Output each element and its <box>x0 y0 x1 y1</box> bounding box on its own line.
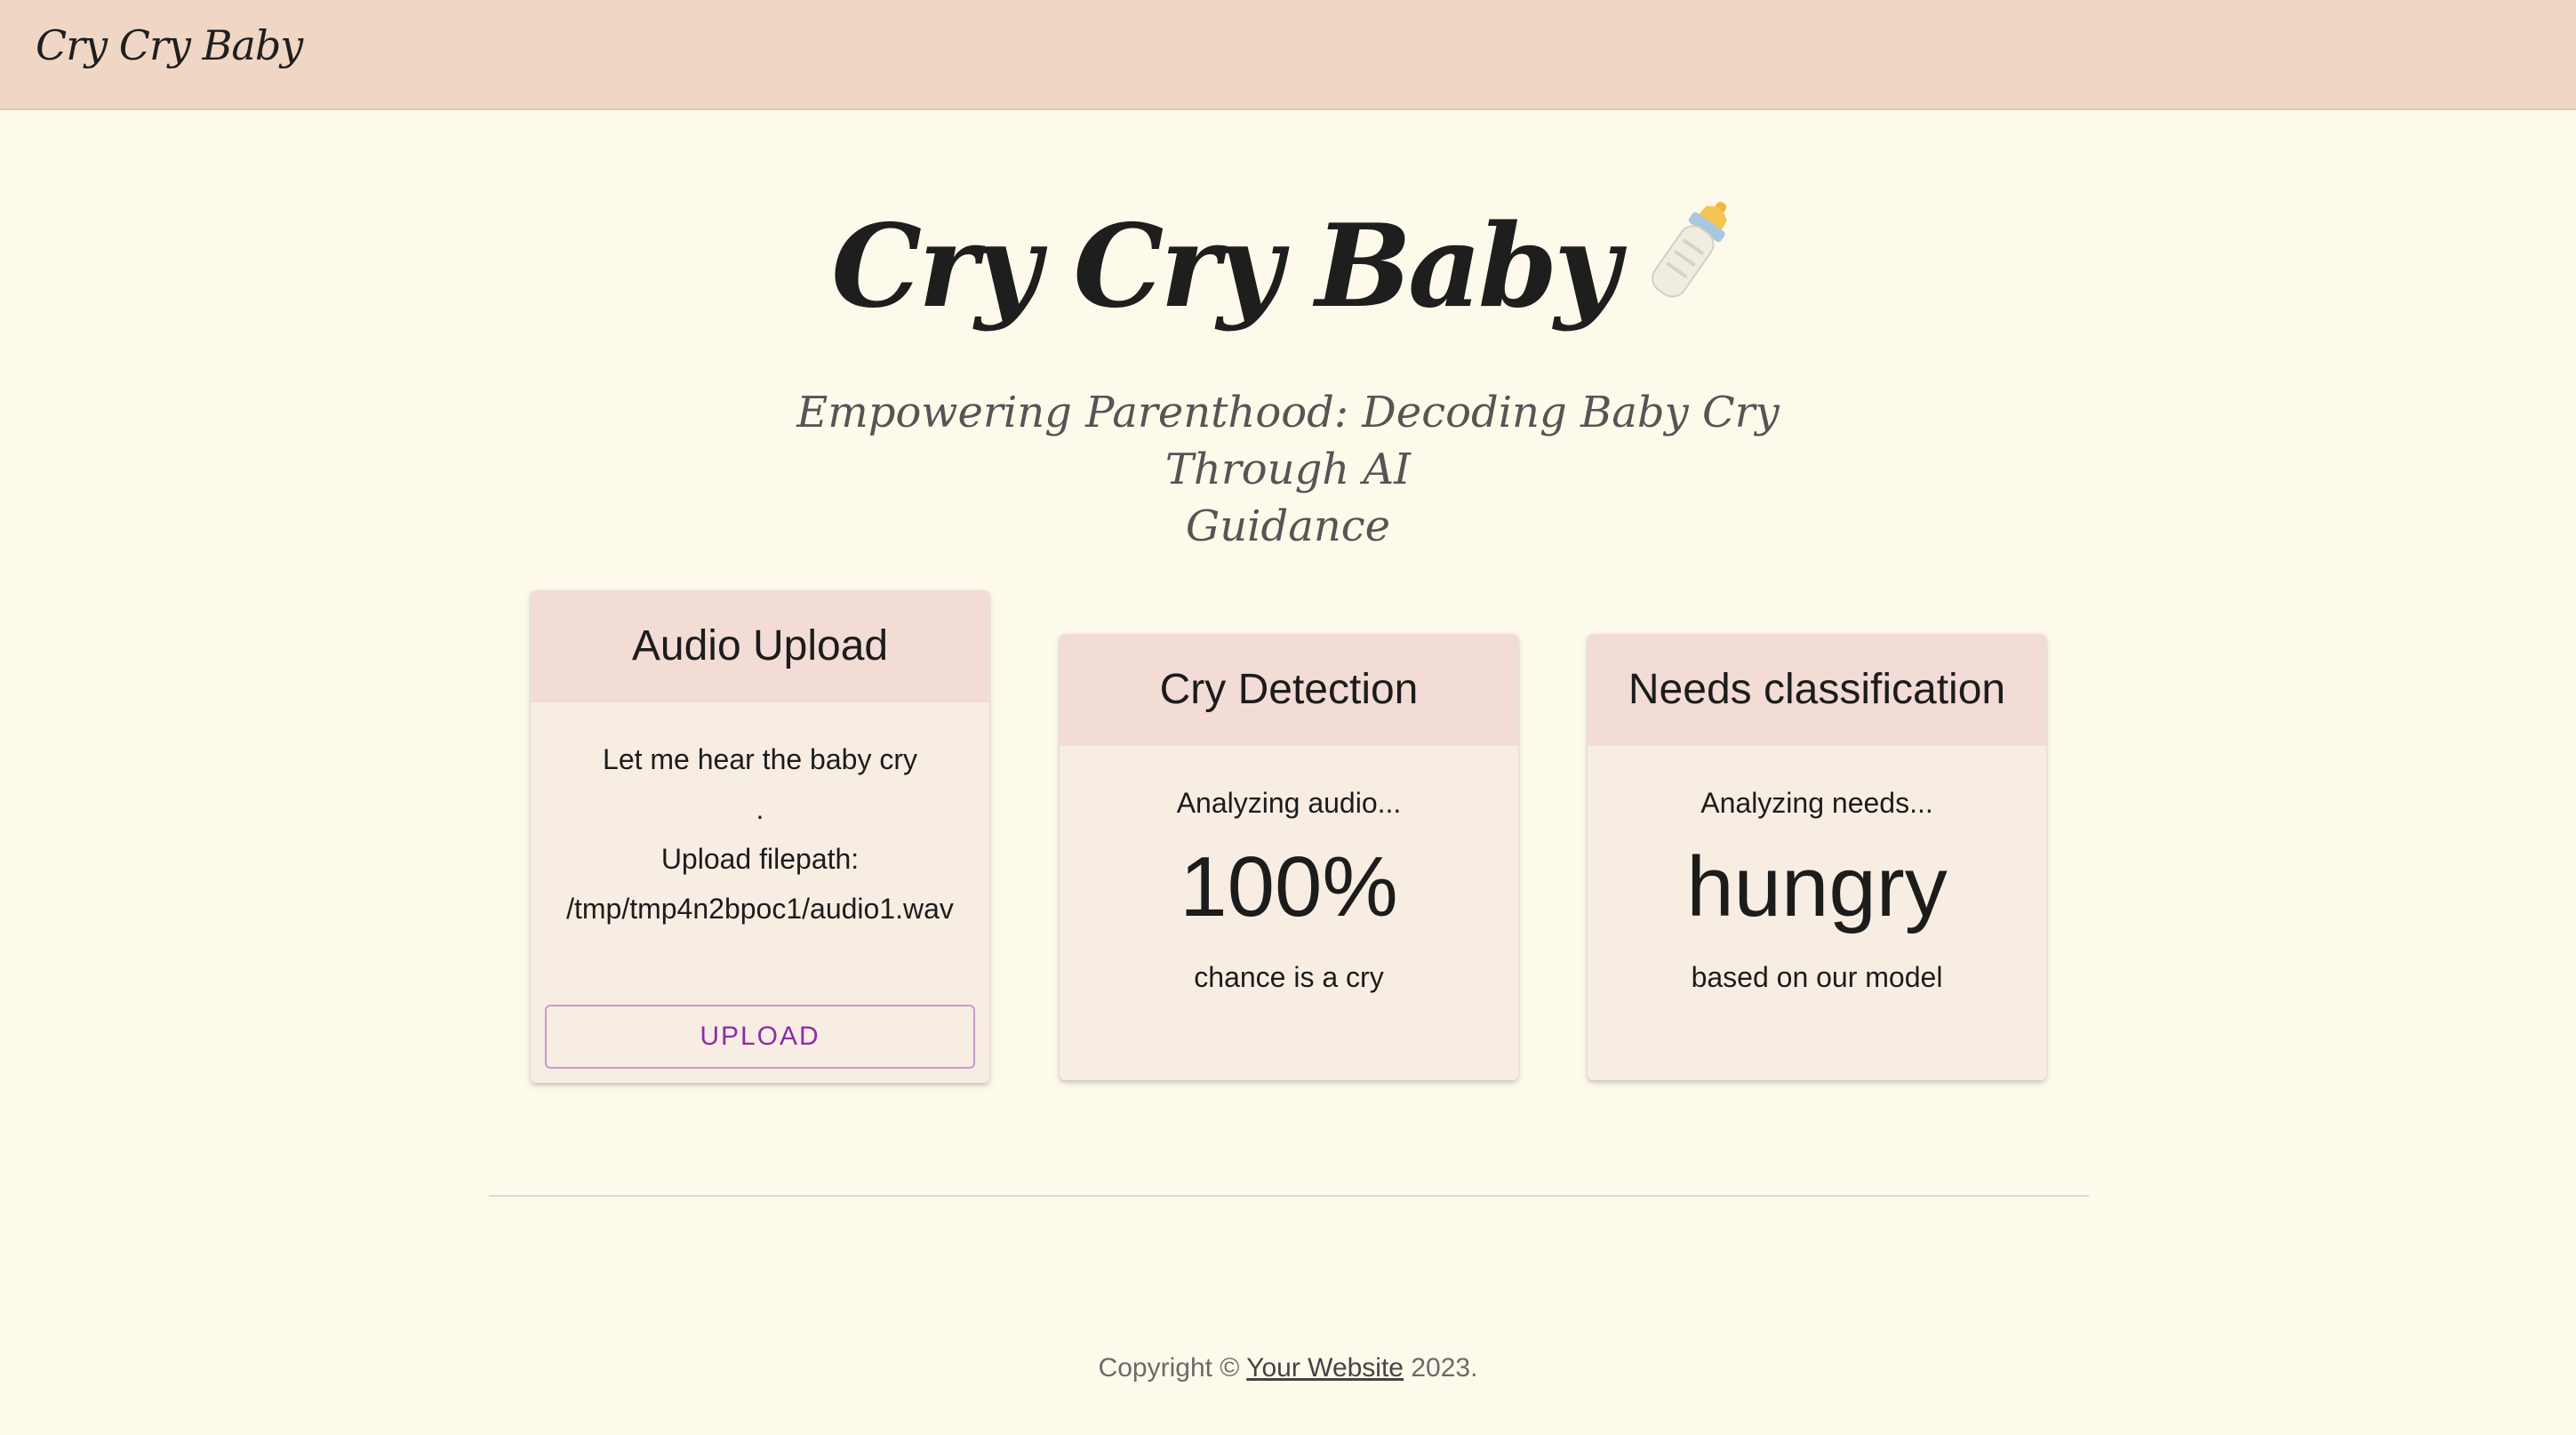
needs-classification-body: Analyzing needs... hungry based on our m… <box>1588 746 2046 1002</box>
footer: Copyright © Your Website 2023. <box>0 1353 2576 1383</box>
hero-title-text: Cry Cry Baby <box>831 200 1620 333</box>
page-subtitle: Empowering Parenthood: Decoding Baby Cry… <box>755 384 1821 555</box>
upload-prompt: Let me hear the baby cry <box>603 743 917 775</box>
upload-filepath-label: Upload filepath: <box>660 843 860 875</box>
baby-bottle-icon <box>1638 188 1745 348</box>
footer-copyright-prefix: Copyright © <box>1098 1353 1247 1383</box>
footer-copyright-suffix: 2023. <box>1404 1353 1478 1383</box>
needs-classification-title: Needs classification <box>1588 634 2046 746</box>
footer-website-link[interactable]: Your Website <box>1246 1353 1404 1383</box>
cry-detection-body: Analyzing audio... 100% chance is a cry <box>1060 746 1518 1002</box>
upload-filepath-value: /tmp/tmp4n2bpoc1/audio1.wav <box>566 893 954 925</box>
upload-separator: . <box>756 793 764 825</box>
detection-caption: chance is a cry <box>1194 961 1384 993</box>
audio-upload-title: Audio Upload <box>531 590 989 702</box>
subtitle-line-2: Guidance <box>1185 501 1391 551</box>
audio-upload-body: Let me hear the baby cry . Upload filepa… <box>531 702 989 934</box>
brand-title[interactable]: Cry Cry Baby <box>36 21 303 69</box>
footer-divider <box>489 1195 2089 1197</box>
audio-upload-card: Audio Upload Let me hear the baby cry . … <box>531 590 989 1083</box>
classification-caption: based on our model <box>1691 961 1943 993</box>
upload-button[interactable]: UPLOAD <box>545 1005 975 1069</box>
top-app-bar: Cry Cry Baby <box>0 0 2576 110</box>
cry-detection-title: Cry Detection <box>1060 634 1518 746</box>
cry-detection-card: Cry Detection Analyzing audio... 100% ch… <box>1060 634 1518 1080</box>
page-title: Cry Cry Baby <box>0 187 2576 357</box>
detection-status: Analyzing audio... <box>1176 787 1402 819</box>
classification-status: Analyzing needs... <box>1700 787 1933 819</box>
needs-classification-card: Needs classification Analyzing needs... … <box>1588 634 2046 1080</box>
classified-need-value: hungry <box>1686 839 1948 934</box>
cry-probability-value: 100% <box>1180 839 1398 934</box>
subtitle-line-1: Empowering Parenthood: Decoding Baby Cry… <box>796 388 1780 494</box>
